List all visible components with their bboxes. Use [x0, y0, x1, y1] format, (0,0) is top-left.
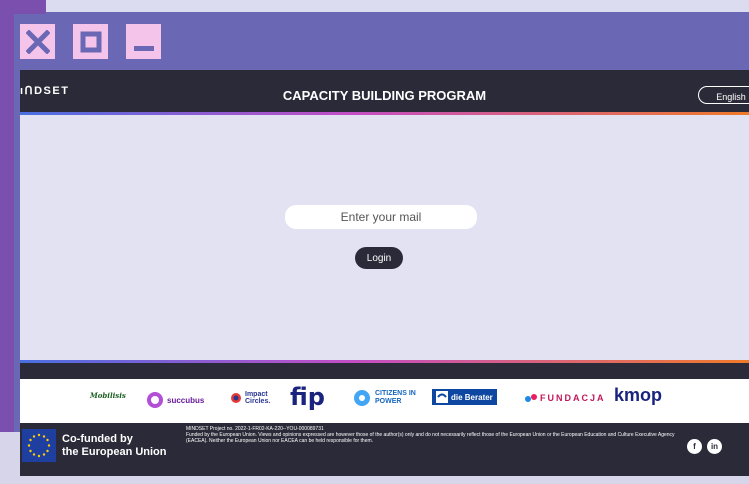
- login-button[interactable]: Login: [355, 247, 403, 269]
- citizens-logo-icon: [354, 390, 370, 406]
- partner-logo-die-berater[interactable]: die Berater: [432, 389, 497, 405]
- funding-disclaimer: MINDSET Project no. 2022-1-FR02-KA-220--…: [186, 426, 676, 444]
- partner-logo-mobilisis[interactable]: Mobilisis: [90, 391, 126, 400]
- decor-stripe-left: [0, 0, 14, 440]
- email-input[interactable]: [285, 205, 477, 229]
- partner-logo-impact-circles[interactable]: Impact Circles.: [230, 391, 279, 405]
- footer-top-band: [20, 363, 749, 379]
- app-header: ıᑎDSET CAPACITY BUILDING PROGRAM English: [20, 70, 749, 112]
- disclaimer-text: Funded by the European Union. Views and …: [186, 432, 675, 444]
- page-title: CAPACITY BUILDING PROGRAM: [282, 88, 487, 103]
- partner-name: fip: [290, 383, 325, 411]
- die-berater-logo-icon: [436, 391, 448, 403]
- window-controls: [20, 24, 161, 59]
- close-icon: [25, 29, 50, 54]
- eu-cofunded-line2: the European Union: [62, 446, 167, 458]
- decor-top-bar: [46, 0, 749, 12]
- social-links: f in: [687, 439, 722, 454]
- fundacja-logo-icon: [525, 394, 537, 402]
- linkedin-icon[interactable]: in: [707, 439, 722, 454]
- impact-circles-logo-icon: [231, 393, 241, 403]
- partner-logo-kmop[interactable]: kmop: [614, 385, 662, 406]
- partner-logos: Mobilisis succubus Impact Circles. fip C…: [20, 379, 749, 423]
- partner-name: CITIZENS IN POWER: [375, 390, 416, 405]
- partner-name: die Berater: [451, 392, 493, 402]
- maximize-icon: [80, 31, 101, 52]
- partner-logo-citizens-in-power[interactable]: CITIZENS IN POWER: [352, 389, 419, 407]
- eu-funding-bar: Co-funded by the European Union MINDSET …: [20, 423, 749, 476]
- partner-name: succubus: [167, 395, 205, 405]
- login-area: Login: [20, 115, 749, 360]
- partner-logo-succubus[interactable]: succubus: [146, 391, 204, 409]
- language-button[interactable]: English: [698, 86, 749, 104]
- minimize-button[interactable]: [126, 24, 161, 59]
- partner-name: Mobilisis: [90, 391, 126, 400]
- close-button[interactable]: [20, 24, 55, 59]
- partner-logo-fundacja[interactable]: FUNDACJA: [525, 393, 606, 403]
- partner-name: kmop: [614, 385, 663, 405]
- maximize-button[interactable]: [73, 24, 108, 59]
- partner-name: Impact Circles.: [245, 391, 271, 405]
- minimize-icon: [133, 45, 154, 51]
- decor-stripe-top: [0, 0, 46, 14]
- succubus-logo-icon: [147, 392, 163, 408]
- partner-logo-fip[interactable]: fip: [290, 383, 325, 411]
- eu-cofunded-text: Co-funded by the European Union: [62, 433, 167, 459]
- eu-flag-icon: [22, 429, 56, 462]
- app-window: ıᑎDSET CAPACITY BUILDING PROGRAM English…: [20, 70, 749, 476]
- partner-name: FUNDACJA: [540, 393, 606, 403]
- eu-cofunded-line1: Co-funded by: [62, 433, 133, 445]
- facebook-icon[interactable]: f: [687, 439, 702, 454]
